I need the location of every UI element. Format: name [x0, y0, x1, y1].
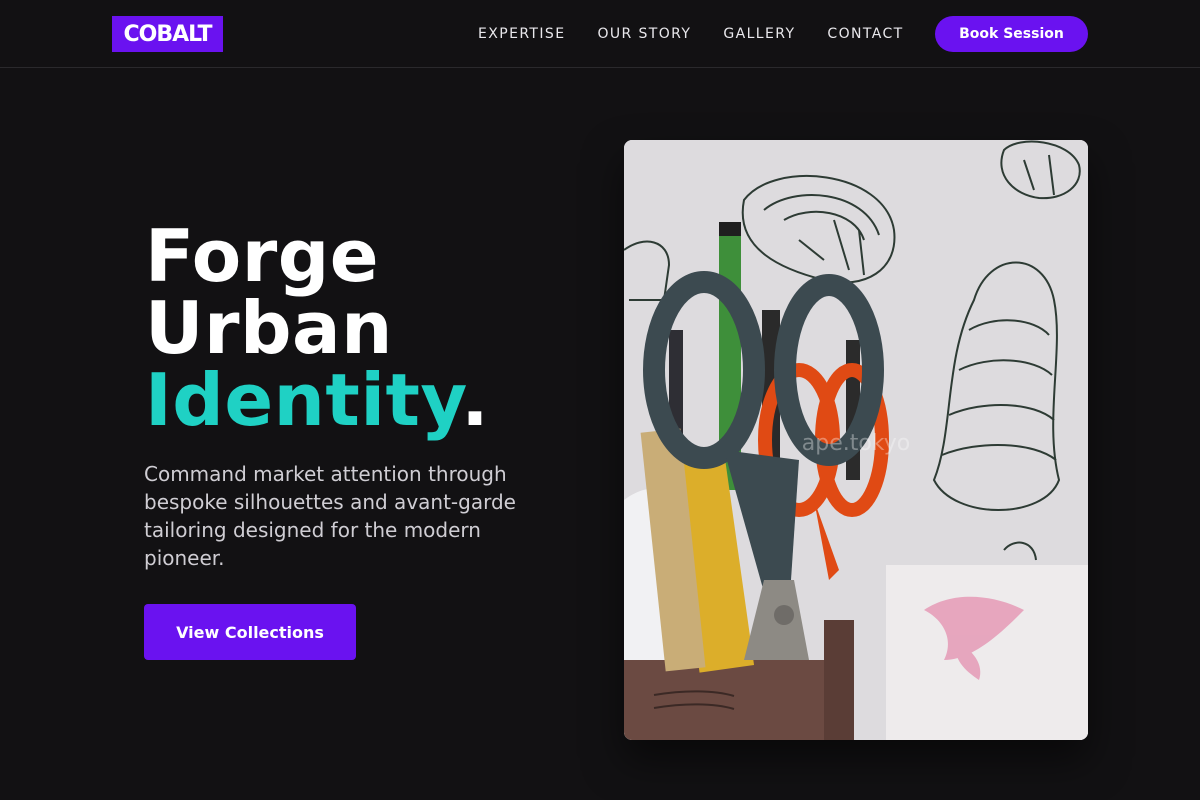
- hero-title-line-2: Urban: [145, 286, 393, 370]
- hero-image: ape.tokyo: [624, 140, 1088, 740]
- nav-link-expertise[interactable]: EXPERTISE: [478, 26, 565, 42]
- hero-title-line-1: Forge: [145, 214, 380, 298]
- hero-subtitle: Command market attention through bespoke…: [144, 462, 516, 570]
- hero-title-line-3: Identity.: [145, 364, 489, 436]
- hero-image-illustration: ape.tokyo: [624, 140, 1088, 740]
- main-nav: EXPERTISE OUR STORY GALLERY CONTACT: [478, 0, 936, 68]
- image-watermark: ape.tokyo: [802, 431, 911, 456]
- top-navigation-bar: COBALT EXPERTISE OUR STORY GALLERY CONTA…: [0, 0, 1200, 68]
- view-collections-button[interactable]: View Collections: [144, 604, 356, 660]
- nav-link-our-story[interactable]: OUR STORY: [597, 26, 691, 42]
- book-session-button[interactable]: Book Session: [935, 16, 1088, 52]
- brand-logo[interactable]: COBALT: [112, 16, 223, 52]
- hero-title-period: .: [461, 358, 490, 442]
- hero-title: Forge Urban Identity.: [145, 220, 489, 436]
- nav-link-contact[interactable]: CONTACT: [827, 26, 903, 42]
- hero-title-accent-word: Identity: [145, 358, 462, 442]
- nav-link-gallery[interactable]: GALLERY: [723, 26, 795, 42]
